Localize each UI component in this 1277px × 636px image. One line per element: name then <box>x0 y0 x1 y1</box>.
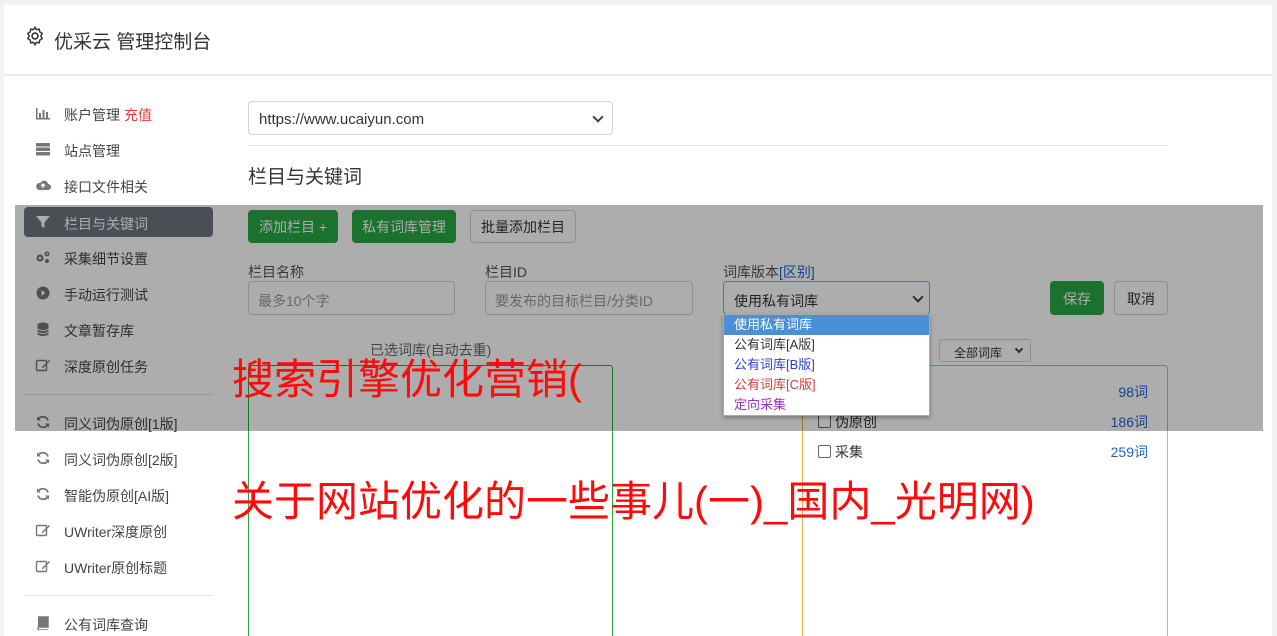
column-id-placeholder: 要发布的目标栏目/分类ID <box>495 293 653 309</box>
sidebar-item-label: 接口文件相关 <box>64 179 148 195</box>
gear-icon <box>26 25 44 47</box>
sidebar-item-label: UWriter深度原创 <box>64 524 168 540</box>
sidebar-item-label: 采集细节设置 <box>64 251 148 267</box>
dropdown-option-public-a[interactable]: 公有词库[A版] <box>724 335 929 355</box>
sidebar-divider <box>24 394 213 395</box>
refresh-icon <box>37 487 49 501</box>
lexicon-filter-value: 全部词库 <box>954 346 1003 360</box>
sidebar-item-collect-settings[interactable]: 采集细节设置 <box>24 242 213 272</box>
save-button[interactable]: 保存 <box>1050 281 1104 315</box>
dropdown-option-directed[interactable]: 定向采集 <box>724 395 929 415</box>
dropdown-option-private[interactable]: 使用私有词库 <box>724 315 929 335</box>
lexicon-version-value: 使用私有词库 <box>734 293 818 309</box>
lexicon-version-select[interactable]: 使用私有词库 <box>723 281 930 315</box>
lexicon-count: 98词 <box>1118 384 1148 400</box>
column-id-label: 栏目ID <box>485 264 527 280</box>
sidebar-item-label: 同义词伪原创[1版] <box>64 416 178 432</box>
sidebar-item-label: 站点管理 <box>64 143 120 159</box>
lexicon-checkbox[interactable] <box>818 415 831 428</box>
sidebar-item-deep-original[interactable]: 深度原创任务 <box>24 350 213 380</box>
cogs-icon <box>36 251 50 263</box>
column-name-input[interactable]: 最多10个字 <box>248 281 455 315</box>
edit-icon <box>35 359 50 372</box>
chevron-down-icon <box>912 291 924 303</box>
refresh-icon <box>37 451 49 465</box>
watermark-line-2: 关于网站优化的一些事儿(一)_国内_光明网) <box>232 478 1035 525</box>
sidebar-item-label: 同义词伪原创[2版] <box>64 452 178 468</box>
sidebar-item-label: 智能伪原创[AI版] <box>64 488 170 504</box>
bar-chart-icon <box>36 108 50 120</box>
sidebar-item-label: 公有词库查询 <box>64 617 148 633</box>
refresh-icon <box>37 415 49 429</box>
lexicon-list-item[interactable]: 采集 259词 <box>818 442 1148 464</box>
column-name-placeholder: 最多10个字 <box>258 293 330 309</box>
difference-link[interactable]: [区别] <box>779 264 815 280</box>
database-icon <box>37 322 49 336</box>
sidebar-item-synonym-v2[interactable]: 同义词伪原创[2版] <box>24 443 213 473</box>
dropdown-option-public-c[interactable]: 公有词库[C版] <box>724 375 929 395</box>
cloud-upload-icon <box>36 180 51 190</box>
sidebar-item-label: UWriter原创标题 <box>64 560 168 576</box>
sidebar-item-columns-keywords[interactable]: 栏目与关键词 <box>24 207 213 237</box>
filter-icon <box>36 216 50 228</box>
sidebar-item-ai-rewrite[interactable]: 智能伪原创[AI版] <box>24 479 213 509</box>
sidebar-item-synonym-v1[interactable]: 同义词伪原创[1版] <box>24 407 213 437</box>
batch-add-button[interactable]: 批量添加栏目 <box>470 210 576 243</box>
column-id-input[interactable]: 要发布的目标栏目/分类ID <box>485 281 693 315</box>
lexicon-version-dropdown: 使用私有词库 公有词库[A版] 公有词库[B版] 公有词库[C版] 定向采集 <box>723 314 930 416</box>
lexicon-count: 259词 <box>1110 444 1148 460</box>
sidebar-item-sites[interactable]: 站点管理 <box>24 134 213 164</box>
chevron-down-icon <box>1014 344 1024 354</box>
sidebar-item-label: 文章暂存库 <box>64 323 134 339</box>
sidebar-item-label: 手动运行测试 <box>64 287 148 303</box>
sidebar-item-label: 栏目与关键词 <box>64 216 148 232</box>
lexicon-name: 采集 <box>835 444 863 460</box>
sidebar-item-label: 深度原创任务 <box>64 359 148 375</box>
sidebar-item-interface-files[interactable]: 接口文件相关 <box>24 170 213 200</box>
book-icon <box>37 616 49 630</box>
edit-icon <box>35 524 50 537</box>
sidebar-item-article-store[interactable]: 文章暂存库 <box>24 314 213 344</box>
sidebar-item-label: 账户管理 <box>64 107 120 123</box>
lexicon-version-label: 词库版本[区别] <box>723 262 815 282</box>
sidebar-item-account[interactable]: 账户管理 充值 <box>24 98 213 128</box>
lexicon-checkbox[interactable] <box>818 445 831 458</box>
play-circle-icon <box>36 286 50 300</box>
sidebar-item-uwriter-original[interactable]: UWriter深度原创 <box>24 515 213 545</box>
site-select[interactable]: https://www.ucaiyun.com <box>248 101 613 135</box>
lexicon-count: 186词 <box>1110 414 1148 430</box>
recharge-link[interactable]: 充值 <box>124 107 152 123</box>
chevron-down-icon <box>592 111 604 123</box>
divider <box>248 145 1168 146</box>
site-select-value: https://www.ucaiyun.com <box>259 111 425 128</box>
sidebar-item-uwriter-title[interactable]: UWriter原创标题 <box>24 551 213 581</box>
watermark-line-1: 搜索引擎优化营销( <box>232 356 582 403</box>
page-title: 栏目与关键词 <box>248 167 363 188</box>
sidebar-item-public-lexicon[interactable]: 公有词库查询 <box>24 608 213 636</box>
cancel-button[interactable]: 取消 <box>1114 281 1168 315</box>
dropdown-option-public-b[interactable]: 公有词库[B版] <box>724 355 929 375</box>
private-lexicon-button[interactable]: 私有词库管理 <box>352 210 456 243</box>
edit-icon <box>35 560 50 573</box>
sidebar-item-manual-test[interactable]: 手动运行测试 <box>24 278 213 308</box>
column-name-label: 栏目名称 <box>248 264 304 280</box>
add-column-button[interactable]: 添加栏目 + <box>248 210 338 243</box>
server-icon <box>36 143 50 156</box>
top-bar: 优采云 管理控制台 <box>4 5 1272 75</box>
lexicon-version-label-text: 词库版本 <box>723 264 779 280</box>
sidebar-divider <box>24 595 213 596</box>
app-title: 优采云 管理控制台 <box>54 32 212 53</box>
lexicon-filter-select[interactable]: 全部词库 <box>939 339 1031 362</box>
